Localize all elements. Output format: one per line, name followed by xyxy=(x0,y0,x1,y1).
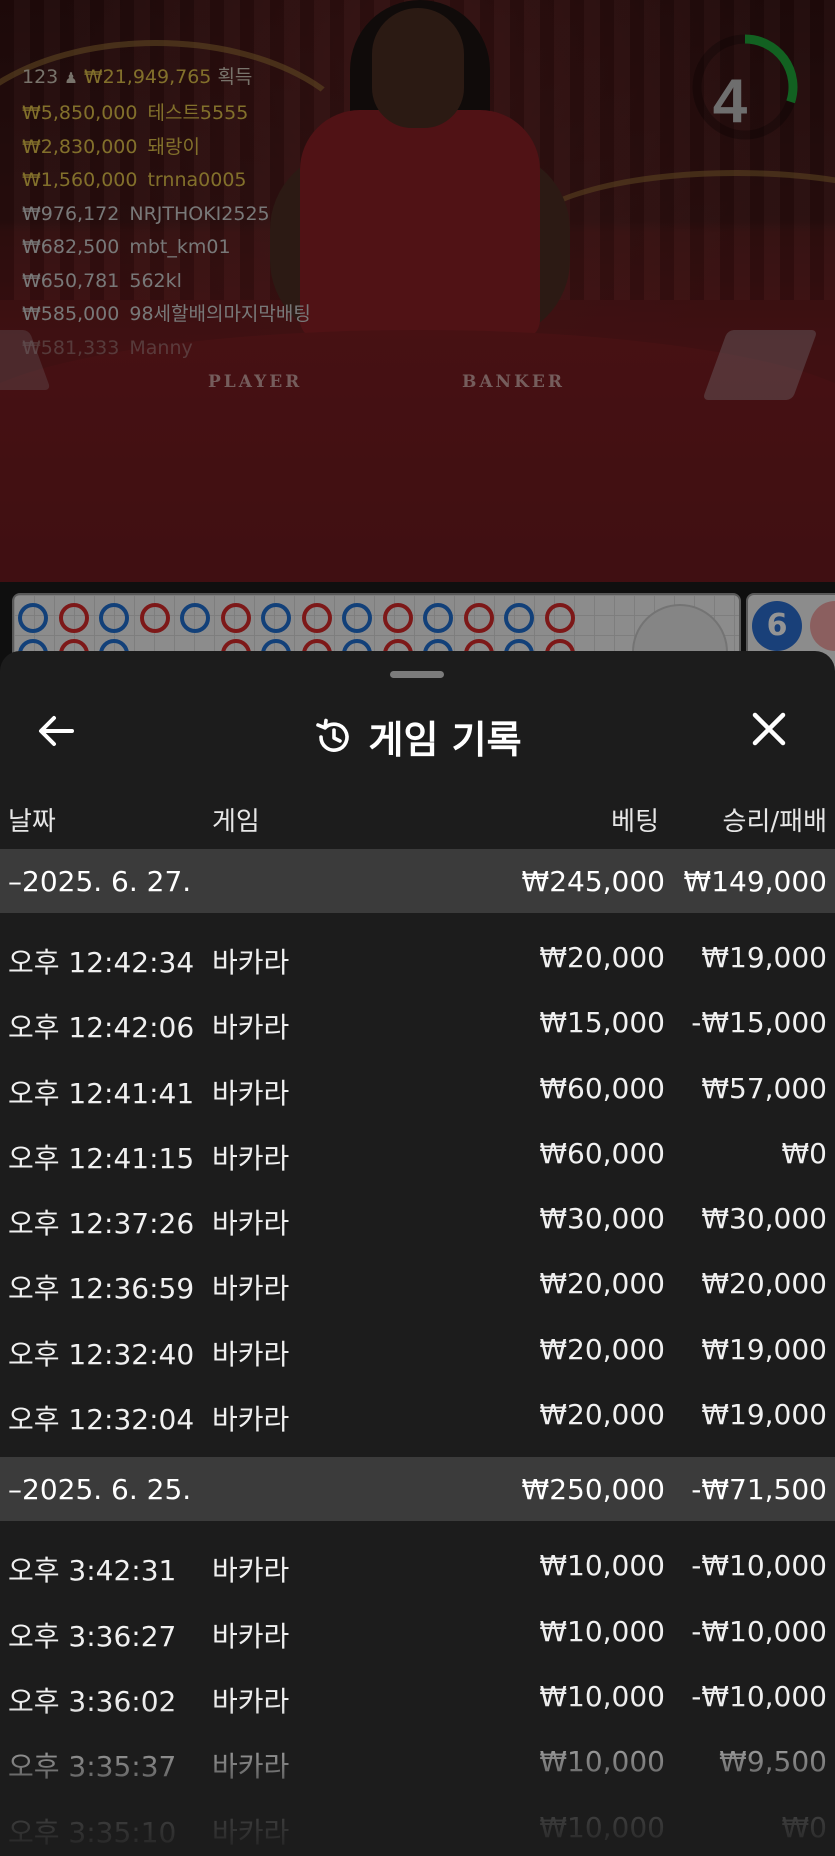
table-row[interactable]: 오후 3:35:10 바카라 ₩10,000 ₩0 xyxy=(0,1793,835,1856)
leaderboard-row: ₩1,560,000 trnna0005 xyxy=(22,169,247,191)
banker-bead xyxy=(382,603,413,633)
table-row[interactable]: 오후 12:41:15 바카라 ₩60,000 ₩0 xyxy=(0,1119,835,1184)
game-history-sheet: 게임 기록 날짜 게임 베팅 승리/패배 –2025. 6. 27. ₩245,… xyxy=(0,651,835,1856)
round-count-badge: 6 xyxy=(752,601,802,651)
column-date: 날짜 xyxy=(8,807,56,837)
banker-bead xyxy=(220,603,251,633)
total-won: ₩21,949,765 xyxy=(83,66,212,88)
player-bead xyxy=(99,603,129,633)
table-row[interactable]: 오후 3:35:37 바카라 ₩10,000 ₩9,500 xyxy=(0,1727,835,1792)
sheet-title-wrap: 게임 기록 xyxy=(0,709,835,764)
baccarat-table xyxy=(0,330,835,582)
table-row[interactable]: 오후 3:42:31 바카라 ₩10,000 -₩10,000 xyxy=(0,1531,835,1596)
player-bead xyxy=(342,603,372,633)
countdown-timer: 4 xyxy=(712,67,748,136)
leaderboard-row: ₩5,850,000 테스트5555 xyxy=(22,102,249,124)
history-list: –2025. 6. 27. ₩245,000 ₩149,000 오후 12:42… xyxy=(0,849,835,1856)
group-bet-total: ₩245,000 xyxy=(521,865,665,898)
date-group-row[interactable]: –2025. 6. 27. ₩245,000 ₩149,000 xyxy=(0,849,835,913)
total-suffix: 획득 xyxy=(217,66,253,88)
live-video: PLAYER BANKER 123 ♟ ₩21,949,765 획득 ₩5,85… xyxy=(0,0,835,582)
dealer-dress xyxy=(300,110,540,340)
leaderboard-header: 123 ♟ ₩21,949,765 획득 xyxy=(22,62,311,89)
table-row[interactable]: 오후 12:41:41 바카라 ₩60,000 ₩57,000 xyxy=(0,1054,835,1119)
table-header: 날짜 게임 베팅 승리/패배 xyxy=(0,801,835,841)
player-bead xyxy=(504,603,534,633)
sheet-drag-handle[interactable] xyxy=(390,671,444,678)
banker-bead xyxy=(139,603,170,633)
group-date: –2025. 6. 27. xyxy=(8,865,192,898)
date-group-row[interactable]: –2025. 6. 25. ₩250,000 -₩71,500 xyxy=(0,1457,835,1522)
dealer-face xyxy=(372,8,464,128)
banker-label: BANKER xyxy=(462,372,565,392)
close-button[interactable] xyxy=(744,709,794,759)
table-row[interactable]: 오후 12:32:40 바카라 ₩20,000 ₩19,000 xyxy=(0,1315,835,1380)
winner-count: 123 xyxy=(22,66,59,88)
banker-bead xyxy=(58,603,89,633)
banker-bead xyxy=(301,603,332,633)
banker-bead xyxy=(463,603,494,633)
sheet-header: 게임 기록 xyxy=(0,691,835,771)
table-row[interactable]: 오후 12:36:59 바카라 ₩20,000 ₩20,000 xyxy=(0,1249,835,1314)
history-icon xyxy=(316,718,350,752)
column-bet: 베팅 xyxy=(611,807,659,837)
leaderboard-row: ₩585,000 98세할배의마지막배팅 xyxy=(22,303,311,325)
table-row[interactable]: 오후 12:42:06 바카라 ₩15,000 -₩15,000 xyxy=(0,988,835,1053)
column-game: 게임 xyxy=(212,807,260,837)
group-result-total: ₩149,000 xyxy=(683,865,827,898)
leaderboard-row: ₩682,500 mbt_km01 xyxy=(22,236,231,258)
group-result-total: -₩71,500 xyxy=(691,1473,827,1507)
banker-bead xyxy=(544,603,575,633)
leaderboard-row: ₩581,333 Manny xyxy=(22,336,193,359)
player-label: PLAYER xyxy=(208,372,303,392)
table-row[interactable]: 오후 12:37:26 바카라 ₩30,000 ₩30,000 xyxy=(0,1184,835,1249)
column-result: 승리/패배 xyxy=(722,807,827,837)
leaderboard-row: ₩650,781 562kl xyxy=(22,269,182,292)
player-bead xyxy=(18,603,48,633)
group-date: –2025. 6. 25. xyxy=(8,1473,192,1507)
table-row[interactable]: 오후 12:42:34 바카라 ₩20,000 ₩19,000 xyxy=(0,923,835,988)
table-row[interactable]: 오후 12:32:04 바카라 ₩20,000 ₩19,000 xyxy=(0,1380,835,1445)
group-bet-total: ₩250,000 xyxy=(521,1473,665,1507)
table-row[interactable]: 오후 3:36:27 바카라 ₩10,000 -₩10,000 xyxy=(0,1597,835,1662)
winners-leaderboard: 123 ♟ ₩21,949,765 획득 ₩5,850,000 테스트5555 ₩… xyxy=(22,62,311,365)
sheet-title: 게임 기록 xyxy=(368,718,522,762)
person-icon: ♟ xyxy=(64,69,78,87)
player-bead xyxy=(180,603,210,633)
leaderboard-row: ₩2,830,000 돼랑이 xyxy=(22,135,200,158)
table-row[interactable]: 오후 3:36:02 바카라 ₩10,000 -₩10,000 xyxy=(0,1662,835,1727)
player-bead xyxy=(261,603,291,633)
close-icon xyxy=(752,712,786,746)
player-bead xyxy=(423,603,453,633)
leaderboard-row: ₩976,172 NRJTHOKI2525 xyxy=(22,202,270,225)
